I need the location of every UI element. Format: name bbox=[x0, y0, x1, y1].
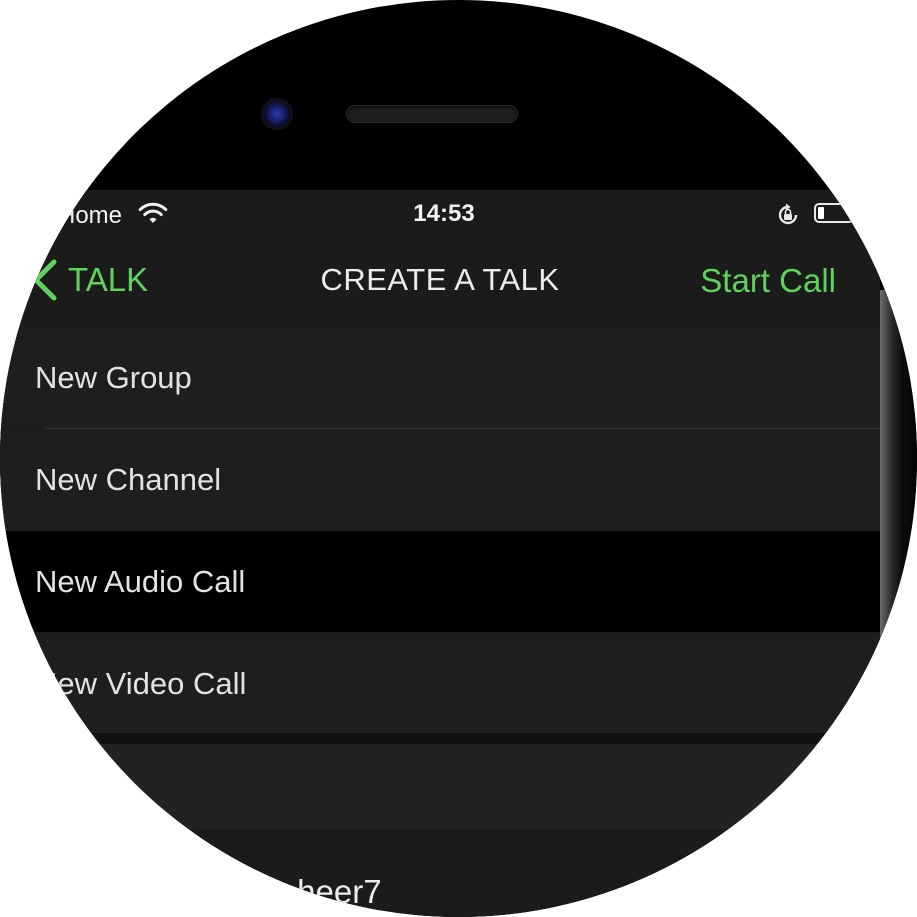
battery-level bbox=[818, 207, 824, 219]
phone-screen: Home 14:53 TALK CREATE A TALK Start Call… bbox=[0, 190, 880, 917]
page-title: CREATE A TALK bbox=[320, 262, 560, 297]
back-button[interactable]: TALK bbox=[28, 258, 148, 302]
front-camera bbox=[261, 98, 293, 130]
contact-name: lesheer7 bbox=[255, 873, 382, 910]
phone-frame-edge bbox=[880, 290, 917, 917]
menu-item-new-group[interactable]: New Group bbox=[0, 327, 880, 428]
menu-item-new-video-call[interactable]: New Video Call bbox=[0, 633, 880, 733]
wifi-icon bbox=[138, 202, 168, 223]
menu-item-new-channel[interactable]: New Channel bbox=[0, 429, 880, 530]
navigation-bar: TALK CREATE A TALK Start Call bbox=[0, 238, 880, 326]
contact-list-item[interactable]: lesheer7 bbox=[0, 829, 880, 917]
phone-zoom-circle: Home 14:53 TALK CREATE A TALK Start Call… bbox=[0, 0, 917, 917]
status-bar: Home 14:53 bbox=[0, 190, 880, 238]
back-label: TALK bbox=[68, 261, 149, 298]
menu-item-label: New Audio Call bbox=[35, 564, 246, 599]
earpiece-speaker bbox=[347, 106, 517, 122]
chevron-left-icon bbox=[33, 259, 57, 301]
carrier-label: Home bbox=[58, 202, 123, 229]
battery-icon bbox=[814, 203, 854, 223]
menu-item-label: New Video Call bbox=[35, 666, 247, 701]
rotation-lock-icon bbox=[778, 203, 798, 225]
status-clock: 14:53 bbox=[413, 200, 475, 227]
menu-item-new-audio-call[interactable]: New Audio Call bbox=[0, 531, 880, 632]
section-divider bbox=[0, 733, 880, 744]
section-header bbox=[0, 744, 880, 829]
menu-item-label: New Channel bbox=[35, 462, 222, 497]
start-call-button[interactable]: Start Call bbox=[700, 262, 836, 300]
menu-item-label: New Group bbox=[35, 360, 192, 395]
